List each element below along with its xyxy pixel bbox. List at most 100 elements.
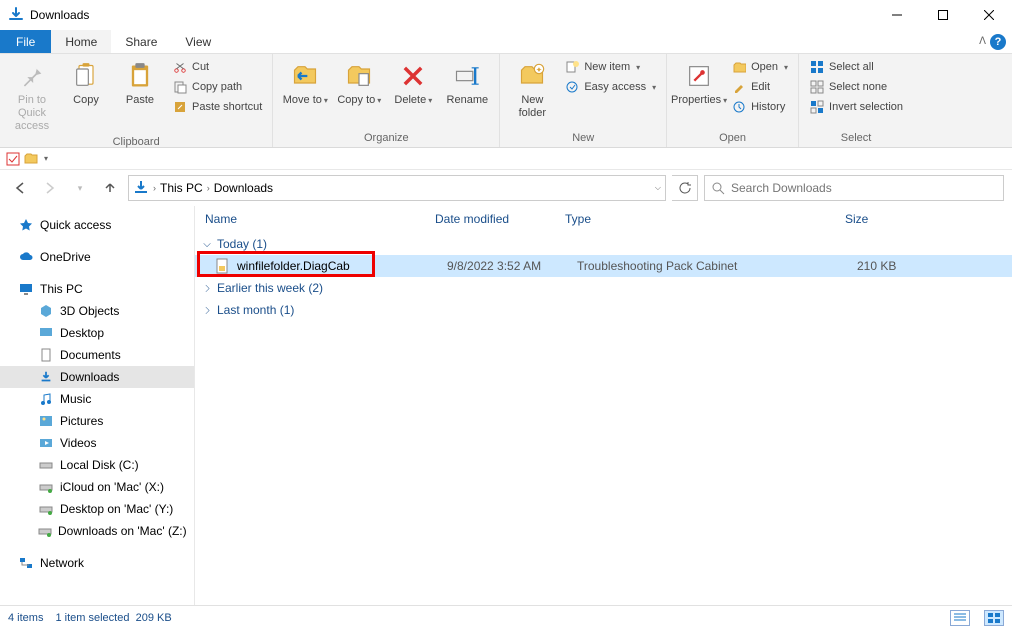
sidebar-icloud[interactable]: iCloud on 'Mac' (X:) <box>0 476 194 498</box>
address-bar[interactable]: ›This PC ›Downloads ⌵ <box>128 175 666 201</box>
home-tab[interactable]: Home <box>51 30 111 53</box>
status-selected: 1 item selected 209 KB <box>55 612 171 624</box>
network-drive-icon <box>38 523 52 539</box>
file-list: Name Date modified Type Size ⌵ Today (1)… <box>195 206 1012 605</box>
forward-button[interactable] <box>38 176 62 200</box>
chevron-right-icon: ⌵ <box>202 282 213 294</box>
refresh-button[interactable] <box>672 175 698 201</box>
up-button[interactable] <box>98 176 122 200</box>
sidebar-this-pc[interactable]: This PC <box>0 278 194 300</box>
cube-icon <box>38 303 54 319</box>
delete-button[interactable]: Delete▾ <box>387 56 439 107</box>
rename-button[interactable]: Rename <box>441 56 493 107</box>
file-row[interactable]: winfilefolder.DiagCab 9/8/2022 3:52 AM T… <box>195 255 1012 277</box>
properties-icon <box>683 60 715 92</box>
easy-access-button[interactable]: Easy access▾ <box>560 78 660 96</box>
group-today[interactable]: ⌵ Today (1) <box>195 233 1012 255</box>
column-headers: Name Date modified Type Size <box>195 206 1012 233</box>
file-tab[interactable]: File <box>0 30 51 53</box>
quick-access-toolbar: ▾ <box>0 148 1012 170</box>
file-date: 9/8/2022 3:52 AM <box>447 259 577 273</box>
sidebar-mac-desktop[interactable]: Desktop on 'Mac' (Y:) <box>0 498 194 520</box>
ribbon: Pin to Quick access Copy Paste Cut Copy … <box>0 54 1012 148</box>
copy-to-button[interactable]: Copy to▾ <box>333 56 385 107</box>
drive-icon <box>38 457 54 473</box>
paste-button[interactable]: Paste <box>114 56 166 107</box>
group-earlier-week[interactable]: ⌵ Earlier this week (2) <box>195 277 1012 299</box>
search-box[interactable] <box>704 175 1004 201</box>
breadcrumb-current[interactable]: ›Downloads <box>207 181 273 195</box>
select-all-icon <box>809 59 825 75</box>
paste-shortcut-icon <box>172 99 188 115</box>
new-folder-icon: ✦ <box>516 60 548 92</box>
open-button[interactable]: Open▾ <box>727 58 792 76</box>
open-icon <box>731 59 747 75</box>
search-input[interactable] <box>731 181 997 195</box>
column-type[interactable]: Type <box>565 212 845 226</box>
rename-icon <box>451 60 483 92</box>
sidebar-local-disk[interactable]: Local Disk (C:) <box>0 454 194 476</box>
status-items: 4 items <box>8 612 43 624</box>
sidebar-network[interactable]: Network <box>0 552 194 574</box>
help-icon[interactable]: ? <box>990 34 1006 50</box>
sidebar-quick-access[interactable]: Quick access <box>0 214 194 236</box>
cut-button[interactable]: Cut <box>168 58 266 76</box>
file-name: winfilefolder.DiagCab <box>237 259 447 273</box>
invert-selection-icon <box>809 99 825 115</box>
window-title: Downloads <box>30 8 89 22</box>
close-button[interactable] <box>966 0 1012 30</box>
paste-shortcut-button[interactable]: Paste shortcut <box>168 98 266 116</box>
properties-button[interactable]: Properties▾ <box>673 56 725 107</box>
select-all-button[interactable]: Select all <box>805 58 907 76</box>
file-size: 210 KB <box>857 259 937 273</box>
address-dropdown-icon[interactable]: ⌵ <box>655 183 661 193</box>
sidebar-desktop[interactable]: Desktop <box>0 322 194 344</box>
breadcrumb-root[interactable]: ›This PC <box>153 181 203 195</box>
sidebar-videos[interactable]: Videos <box>0 432 194 454</box>
recent-locations-button[interactable]: ▾ <box>68 176 92 200</box>
details-view-button[interactable] <box>950 610 970 626</box>
copy-button[interactable]: Copy <box>60 56 112 107</box>
copy-icon <box>70 60 102 92</box>
column-size[interactable]: Size <box>845 212 925 226</box>
sidebar-3d-objects[interactable]: 3D Objects <box>0 300 194 322</box>
move-to-button[interactable]: Move to▾ <box>279 56 331 107</box>
sidebar-music[interactable]: Music <box>0 388 194 410</box>
history-button[interactable]: History <box>727 98 792 116</box>
easy-access-icon <box>564 79 580 95</box>
sidebar-pictures[interactable]: Pictures <box>0 410 194 432</box>
copy-path-button[interactable]: Copy path <box>168 78 266 96</box>
svg-text:✦: ✦ <box>536 66 543 75</box>
minimize-button[interactable] <box>874 0 920 30</box>
share-tab[interactable]: Share <box>111 30 171 53</box>
ribbon-group-new: ✦ New folder New item▾ Easy access▾ New <box>500 54 667 147</box>
sidebar-documents[interactable]: Documents <box>0 344 194 366</box>
ribbon-tabs: File Home Share View ᐱ ? <box>0 30 1012 54</box>
navigation-bar: ▾ ›This PC ›Downloads ⌵ <box>0 170 1012 206</box>
column-name[interactable]: Name <box>205 212 435 226</box>
ribbon-group-organize: Move to▾ Copy to▾ Delete▾ Rename Organiz… <box>273 54 500 147</box>
sidebar-onedrive[interactable]: OneDrive <box>0 246 194 268</box>
chevron-right-icon: ⌵ <box>202 304 213 316</box>
new-folder-button[interactable]: ✦ New folder <box>506 56 558 120</box>
column-date[interactable]: Date modified <box>435 212 565 226</box>
maximize-button[interactable] <box>920 0 966 30</box>
view-tab[interactable]: View <box>171 30 225 53</box>
new-item-button[interactable]: New item▾ <box>560 58 660 76</box>
cut-icon <box>172 59 188 75</box>
select-none-button[interactable]: Select none <box>805 78 907 96</box>
history-icon <box>731 99 747 115</box>
thumbnails-view-button[interactable] <box>984 610 1004 626</box>
group-last-month[interactable]: ⌵ Last month (1) <box>195 299 1012 321</box>
sidebar-downloads[interactable]: Downloads <box>0 366 194 388</box>
qat-checkbox-icon[interactable] <box>6 152 20 166</box>
pin-quick-access-button[interactable]: Pin to Quick access <box>6 56 58 134</box>
star-icon <box>18 217 34 233</box>
qat-dropdown-icon[interactable]: ▾ <box>44 154 48 163</box>
invert-selection-button[interactable]: Invert selection <box>805 98 907 116</box>
sidebar-mac-downloads[interactable]: Downloads on 'Mac' (Z:) <box>0 520 194 542</box>
edit-button[interactable]: Edit <box>727 78 792 96</box>
back-button[interactable] <box>8 176 32 200</box>
collapse-ribbon-icon[interactable]: ᐱ <box>979 36 986 47</box>
qat-folder-icon[interactable] <box>24 152 38 166</box>
